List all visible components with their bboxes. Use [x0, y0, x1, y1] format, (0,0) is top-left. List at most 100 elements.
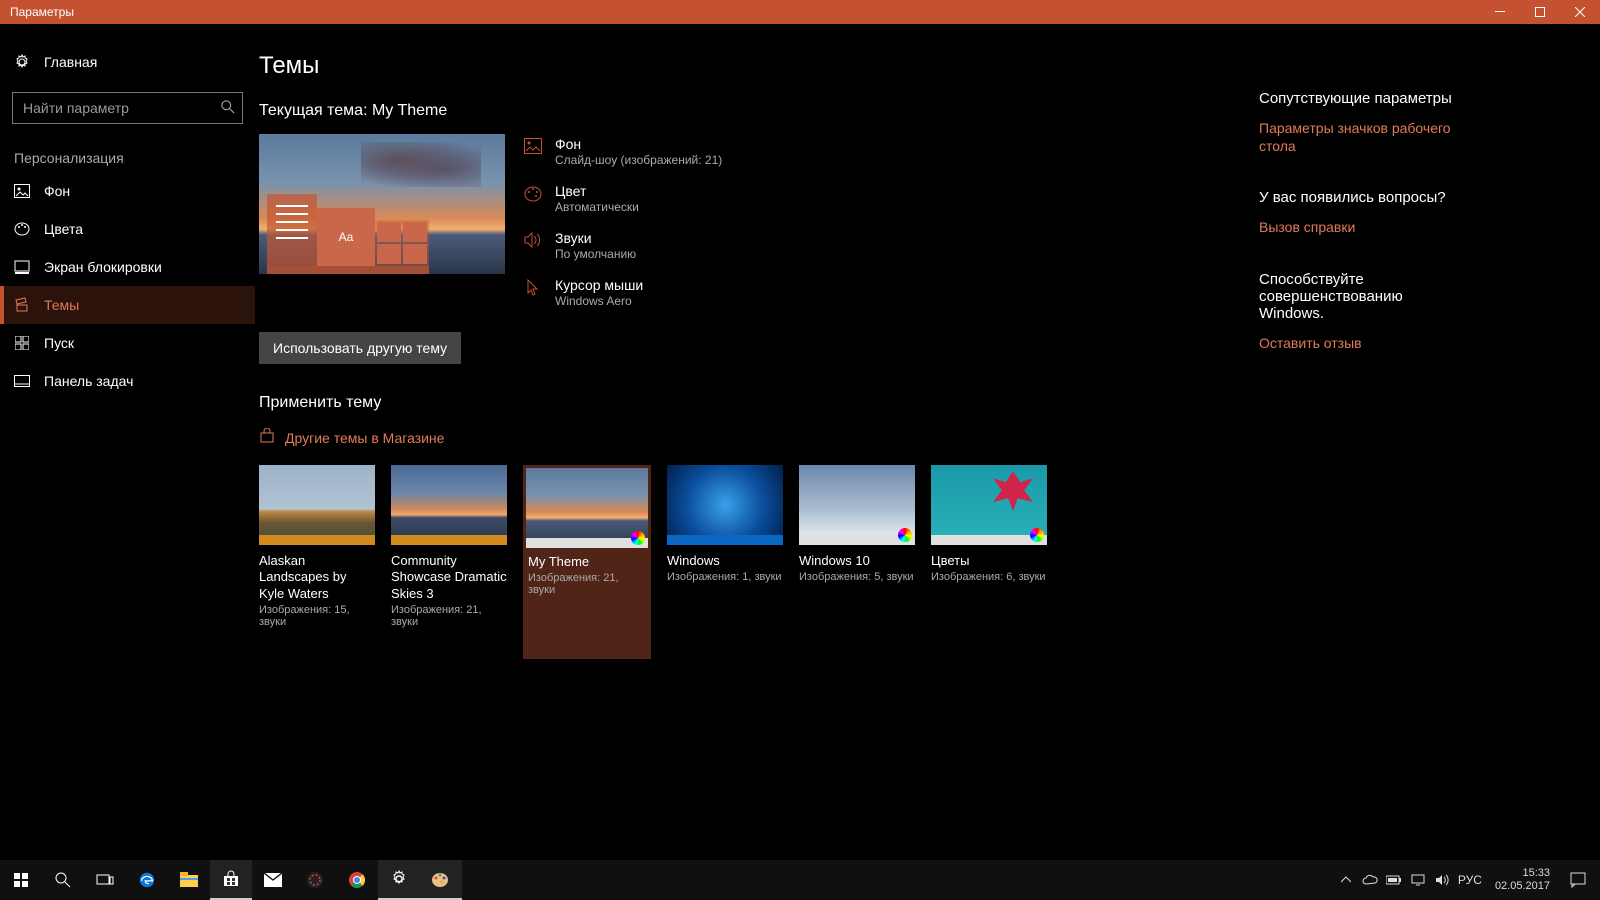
sidebar-item-5[interactable]: Панель задач: [0, 362, 255, 400]
feedback-link[interactable]: Оставить отзыв: [1259, 334, 1459, 352]
taskbar-app-red[interactable]: [294, 860, 336, 900]
page-title: Темы: [259, 52, 1079, 80]
sidebar-item-label: Цвета: [44, 221, 83, 237]
cursor-icon: [523, 277, 543, 308]
tray-network-icon[interactable]: [1407, 860, 1429, 900]
main-area: Темы Текущая тема: My Theme Aa ФонСлайд-…: [255, 24, 1600, 860]
start-icon: [14, 335, 30, 351]
store-link[interactable]: Другие темы в Магазине: [259, 428, 1079, 447]
theme-prop-sound[interactable]: ЗвукиПо умолчанию: [523, 230, 722, 261]
taskbar-chrome[interactable]: [336, 860, 378, 900]
tray-chevron-up-icon[interactable]: [1335, 860, 1357, 900]
sidebar-item-1[interactable]: Цвета: [0, 210, 255, 248]
color-badge-icon: [631, 531, 645, 545]
theme-title: Windows: [667, 553, 783, 569]
desktop-icons-link[interactable]: Параметры значков рабочего стола: [1259, 119, 1459, 155]
tray-volume-icon[interactable]: [1431, 860, 1453, 900]
themes-grid: Alaskan Landscapes by Kyle WatersИзображ…: [259, 465, 1079, 659]
sidebar-item-2[interactable]: Экран блокировки: [0, 248, 255, 286]
theme-meta: Изображения: 15, звуки: [259, 604, 375, 628]
apply-theme-header: Применить тему: [259, 394, 1079, 412]
taskbar-paint[interactable]: [420, 860, 462, 900]
picture-icon: [14, 183, 30, 199]
sidebar-item-label: Фон: [44, 183, 70, 199]
theme-card-5[interactable]: ЦветыИзображения: 6, звуки: [931, 465, 1047, 659]
sidebar-item-label: Темы: [44, 297, 79, 313]
tray-time: 15:33: [1495, 867, 1550, 880]
maximize-button[interactable]: [1520, 0, 1560, 24]
tray-battery-icon[interactable]: [1383, 860, 1405, 900]
start-button[interactable]: [0, 860, 42, 900]
sidebar-item-label: Экран блокировки: [44, 259, 162, 275]
tray-clock[interactable]: 15:33 02.05.2017: [1487, 867, 1558, 893]
preview-sample-text: Aa: [317, 208, 375, 266]
theme-thumbnail: [259, 465, 375, 545]
taskbar-explorer[interactable]: [168, 860, 210, 900]
theme-title: Community Showcase Dramatic Skies 3: [391, 553, 507, 602]
gear-icon: [14, 54, 30, 70]
theme-thumbnail: [526, 468, 648, 548]
search-input[interactable]: [12, 92, 243, 124]
theme-card-1[interactable]: Community Showcase Dramatic Skies 3Изобр…: [391, 465, 507, 659]
color-icon: [523, 183, 543, 214]
sidebar-item-label: Пуск: [44, 335, 74, 351]
search-wrap: [12, 92, 243, 124]
taskview-button[interactable]: [84, 860, 126, 900]
theme-thumbnail: [799, 465, 915, 545]
taskbar-store[interactable]: [210, 860, 252, 900]
taskbar-mail[interactable]: [252, 860, 294, 900]
sidebar-item-label: Панель задач: [44, 373, 133, 389]
prop-value: Слайд-шоу (изображений: 21): [555, 153, 722, 167]
window-buttons: [1480, 0, 1600, 24]
theme-prop-cursor[interactable]: Курсор мышиWindows Aero: [523, 277, 722, 308]
theme-prop-picture[interactable]: ФонСлайд-шоу (изображений: 21): [523, 136, 722, 167]
theme-card-2[interactable]: My Theme Изображения: 21, звуки: [523, 465, 651, 659]
prop-title: Цвет: [555, 183, 639, 199]
picture-icon: [523, 136, 543, 167]
related-sidebar: Сопутствующие параметры Параметры значко…: [1259, 52, 1459, 860]
search-button[interactable]: [42, 860, 84, 900]
theme-title: Windows 10: [799, 553, 915, 569]
action-center-button[interactable]: [1560, 872, 1596, 888]
feedback-header: Способствуйте совершенствованию Windows.: [1259, 271, 1459, 322]
theme-title: Alaskan Landscapes by Kyle Waters: [259, 553, 375, 602]
theme-card-4[interactable]: Windows 10Изображения: 5, звуки: [799, 465, 915, 659]
help-link[interactable]: Вызов справки: [1259, 218, 1459, 236]
home-label: Главная: [44, 54, 97, 70]
current-theme-header: Текущая тема: My Theme: [259, 102, 1079, 120]
lock-icon: [14, 259, 30, 275]
theme-card-3[interactable]: WindowsИзображения: 1, звуки: [667, 465, 783, 659]
window-titlebar: Параметры: [0, 0, 1600, 24]
sidebar-item-4[interactable]: Пуск: [0, 324, 255, 362]
tray-date: 02.05.2017: [1495, 880, 1550, 893]
theme-title: My Theme: [528, 554, 646, 570]
theme-card-0[interactable]: Alaskan Landscapes by Kyle WatersИзображ…: [259, 465, 375, 659]
prop-value: Автоматически: [555, 200, 639, 214]
section-label: Персонализация: [14, 150, 255, 166]
tray-language[interactable]: РУС: [1455, 860, 1485, 900]
color-badge-icon: [898, 528, 912, 542]
home-link[interactable]: Главная: [0, 42, 255, 82]
sidebar-item-3[interactable]: Темы: [0, 286, 255, 324]
theme-icon: [14, 297, 30, 313]
theme-title: Цветы: [931, 553, 1047, 569]
close-button[interactable]: [1560, 0, 1600, 24]
tray-onedrive-icon[interactable]: [1359, 860, 1381, 900]
theme-prop-color[interactable]: ЦветАвтоматически: [523, 183, 722, 214]
related-header: Сопутствующие параметры: [1259, 90, 1459, 107]
taskbar-edge[interactable]: [126, 860, 168, 900]
taskbar: РУС 15:33 02.05.2017: [0, 860, 1600, 900]
prop-title: Фон: [555, 136, 722, 152]
theme-thumbnail: [931, 465, 1047, 545]
theme-meta: Изображения: 21, звуки: [528, 572, 646, 596]
theme-meta: Изображения: 21, звуки: [391, 604, 507, 628]
minimize-button[interactable]: [1480, 0, 1520, 24]
use-other-theme-button[interactable]: Использовать другую тему: [259, 332, 461, 364]
store-icon: [259, 428, 275, 447]
theme-preview[interactable]: Aa: [259, 134, 505, 274]
palette-icon: [14, 221, 30, 237]
sound-icon: [523, 230, 543, 261]
taskbar-settings[interactable]: [378, 860, 420, 900]
sidebar-item-0[interactable]: Фон: [0, 172, 255, 210]
theme-thumbnail: [667, 465, 783, 545]
